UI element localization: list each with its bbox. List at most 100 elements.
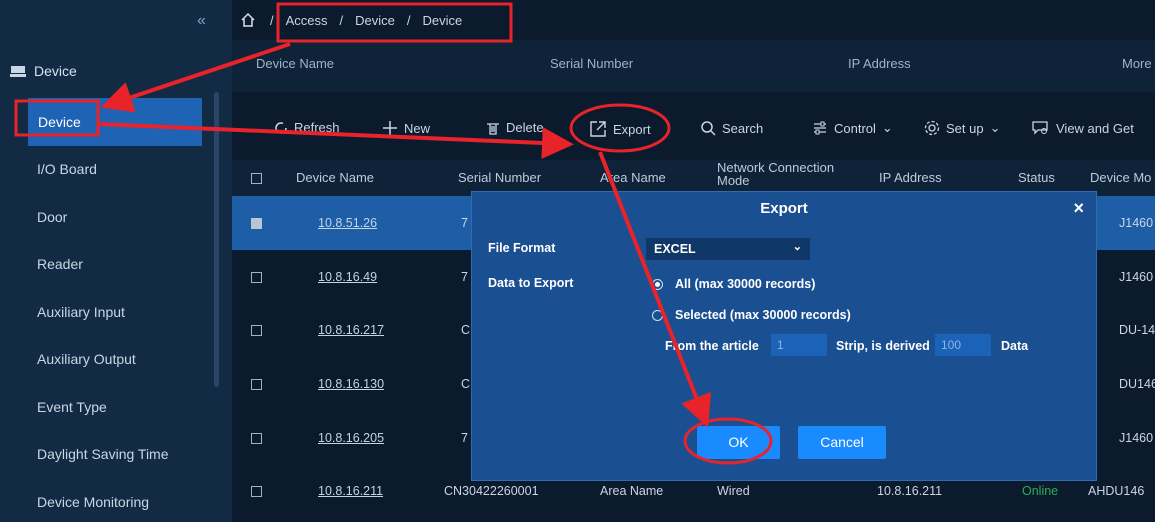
refresh-button[interactable]: Refresh — [274, 120, 340, 135]
row-checkbox[interactable] — [251, 271, 262, 283]
chevron-down-icon: ⌄ — [792, 241, 802, 253]
sidebar-item-label: Auxiliary Input — [37, 303, 125, 320]
filter-serial-number[interactable]: Serial Number — [550, 56, 633, 71]
plus-icon — [383, 121, 397, 135]
device-model-cell: J1460 — [1119, 216, 1154, 230]
breadcrumb-device[interactable]: Device — [355, 13, 395, 28]
status-badge: Online — [1022, 484, 1059, 499]
home-icon[interactable] — [240, 12, 256, 28]
ok-button[interactable]: OK — [697, 426, 780, 459]
sidebar-item-io-board[interactable]: I/O Board — [0, 146, 232, 194]
export-dialog: Export × File Format EXCEL ⌄ Data to Exp… — [471, 191, 1097, 481]
setup-dropdown[interactable]: Set up ⌄ — [924, 120, 1001, 136]
device-model-cell: AHDU146 — [1088, 484, 1145, 499]
delete-button[interactable]: Delete — [486, 120, 544, 135]
column-ip-address[interactable]: IP Address — [879, 170, 942, 185]
app-window: « Device Device I/O Board Door Reader Au… — [0, 0, 1155, 522]
file-format-select[interactable]: EXCEL ⌄ — [646, 238, 810, 260]
row-checkbox[interactable] — [251, 486, 262, 498]
serial-number-cell: C — [461, 323, 471, 338]
view-get-icon — [1032, 121, 1048, 135]
radio-export-all[interactable] — [652, 279, 663, 290]
close-icon[interactable]: × — [1073, 198, 1084, 219]
device-name-link[interactable]: 10.8.16.205 — [318, 431, 384, 445]
device-name-link[interactable]: 10.8.16.130 — [318, 377, 384, 391]
sidebar-item-label: Auxiliary Output — [37, 351, 136, 368]
count-input[interactable]: 100 — [935, 334, 991, 356]
area-name-cell: Area Name — [600, 484, 664, 499]
column-status[interactable]: Status — [1018, 170, 1055, 185]
filter-ip-address[interactable]: IP Address — [848, 56, 911, 71]
row-checkbox[interactable] — [251, 432, 262, 444]
column-device-model[interactable]: Device Mo — [1090, 170, 1151, 185]
filter-bar: Device Name Serial Number IP Address Mor… — [232, 40, 1155, 92]
breadcrumb-access[interactable]: Access — [286, 13, 328, 28]
filter-device-name[interactable]: Device Name — [256, 56, 334, 71]
device-model-cell: DU146 — [1119, 377, 1155, 392]
search-label: Search — [722, 120, 764, 136]
refresh-label: Refresh — [294, 120, 340, 135]
column-serial-number[interactable]: Serial Number — [458, 170, 541, 185]
column-network-mode[interactable]: Network Connection Mode — [717, 161, 834, 187]
new-label: New — [404, 120, 431, 136]
row-checkbox[interactable] — [251, 379, 262, 391]
sidebar-scrollbar[interactable] — [214, 92, 219, 387]
sidebar-item-auxiliary-input[interactable]: Auxiliary Input — [0, 288, 232, 336]
sidebar-item-label: Event Type — [37, 398, 107, 415]
data-label: Data — [1001, 339, 1029, 353]
device-name-link[interactable]: 10.8.16.49 — [318, 270, 377, 284]
file-format-value: EXCEL — [654, 242, 696, 256]
device-model-cell: J1460 — [1119, 269, 1154, 284]
serial-number-cell: C — [461, 377, 471, 392]
row-checkbox[interactable] — [251, 325, 262, 337]
chevron-down-icon: ⌄ — [989, 120, 1001, 135]
filter-more[interactable]: More — [1122, 56, 1152, 71]
gear-icon — [924, 120, 940, 136]
sidebar-group-device[interactable]: Device — [0, 52, 232, 90]
breadcrumb: / Access / Device / Device — [232, 0, 1155, 40]
file-format-label: File Format — [488, 241, 556, 255]
device-name-link[interactable]: 10.8.51.26 — [318, 216, 377, 230]
sidebar-group-label: Device — [34, 63, 77, 79]
strip-derived-label: Strip, is derived — [836, 339, 930, 353]
column-area-name[interactable]: Area Name — [600, 170, 666, 185]
device-name-link[interactable]: 10.8.16.211 — [318, 484, 383, 498]
from-article-input[interactable]: 1 — [771, 334, 827, 356]
delete-label: Delete — [506, 120, 544, 135]
breadcrumb-separator: / — [270, 12, 274, 28]
sidebar-item-device-monitoring[interactable]: Device Monitoring — [0, 478, 232, 522]
sidebar-item-label: Device — [38, 113, 81, 130]
trash-icon — [487, 122, 499, 135]
device-name-link[interactable]: 10.8.16.217 — [318, 323, 384, 337]
sidebar-item-device[interactable]: Device — [28, 98, 202, 146]
radio-export-selected[interactable] — [652, 310, 663, 321]
refresh-icon — [275, 121, 287, 134]
from-article-label: From the article — [665, 339, 759, 353]
option-all-label[interactable]: All (max 30000 records) — [675, 277, 815, 291]
sidebar-item-daylight-saving-time[interactable]: Daylight Saving Time — [0, 431, 232, 479]
export-button[interactable]: Export — [589, 120, 651, 138]
view-and-get-label: View and Get — [1056, 120, 1134, 136]
new-button[interactable]: New — [382, 120, 430, 136]
view-and-get-button[interactable]: View and Get — [1032, 120, 1134, 136]
sidebar-item-door[interactable]: Door — [0, 193, 232, 241]
cancel-button[interactable]: Cancel — [798, 426, 886, 459]
option-selected-label[interactable]: Selected (max 30000 records) — [675, 308, 851, 322]
data-to-export-label: Data to Export — [488, 276, 574, 290]
breadcrumb-separator: / — [406, 12, 411, 28]
sidebar-item-event-type[interactable]: Event Type — [0, 383, 232, 431]
sidebar-item-reader[interactable]: Reader — [0, 241, 232, 289]
breadcrumb-device-current: Device — [422, 12, 463, 28]
search-button[interactable]: Search — [700, 120, 763, 136]
control-label: Control — [834, 120, 876, 136]
toolbar: Refresh New Delete Export Search Control… — [232, 108, 1155, 148]
control-dropdown[interactable]: Control ⌄ — [812, 120, 893, 136]
sidebar-item-label: Reader — [37, 256, 83, 273]
serial-number-cell: 7 — [461, 430, 468, 445]
row-checkbox[interactable] — [251, 218, 262, 229]
collapse-sidebar-icon[interactable]: « — [197, 12, 206, 30]
column-device-name[interactable]: Device Name — [296, 170, 374, 185]
sidebar-item-auxiliary-output[interactable]: Auxiliary Output — [0, 336, 232, 384]
column-network-mode-line2: Mode — [717, 173, 750, 188]
select-all-checkbox[interactable] — [251, 173, 262, 184]
